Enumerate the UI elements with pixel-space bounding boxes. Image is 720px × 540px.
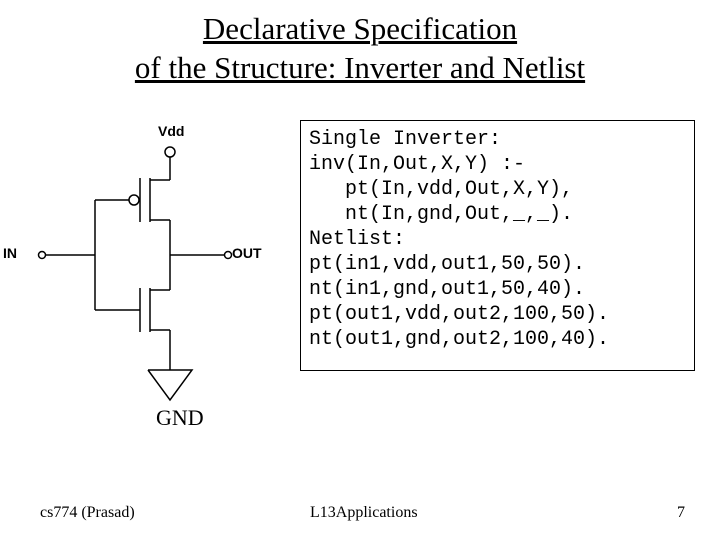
code-line: pt(in1,vdd,out1,50,50). bbox=[309, 253, 585, 276]
title-line-1: Declarative Specification bbox=[203, 11, 517, 46]
circuit-diagram: Vdd IN OUT GND bbox=[0, 120, 300, 460]
code-line: inv(In,Out,X,Y) :- bbox=[309, 153, 525, 176]
footer-page-number: 7 bbox=[677, 504, 685, 522]
code-line: Single Inverter: bbox=[309, 128, 501, 151]
title-line-2: of the Structure: Inverter and Netlist bbox=[135, 50, 585, 85]
code-line: nt(in1,gnd,out1,50,40). bbox=[309, 278, 585, 301]
footer-left: cs774 (Prasad) bbox=[40, 504, 135, 522]
slide-title: Declarative Specification of the Structu… bbox=[0, 0, 720, 88]
footer-center: L13Applications bbox=[310, 504, 418, 522]
code-listing: Single Inverter: inv(In,Out,X,Y) :- pt(I… bbox=[300, 120, 695, 371]
code-line: nt(out1,gnd,out2,100,40). bbox=[309, 328, 609, 351]
inverter-schematic-icon bbox=[10, 120, 290, 420]
code-line: pt(out1,vdd,out2,100,50). bbox=[309, 303, 609, 326]
code-line: pt(In,vdd,Out,X,Y), bbox=[309, 178, 573, 201]
content-row: Vdd IN OUT GND bbox=[0, 120, 720, 460]
code-line: Netlist: bbox=[309, 228, 405, 251]
code-line: nt(In,gnd,Out,_,_). bbox=[309, 203, 573, 226]
